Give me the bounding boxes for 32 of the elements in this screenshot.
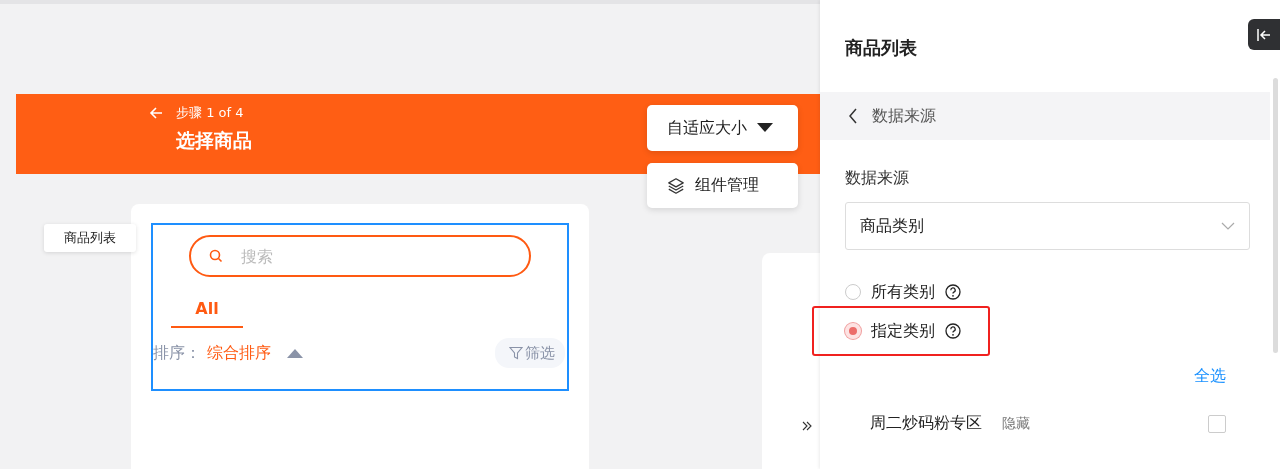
step-title: 选择商品 [176, 128, 253, 153]
radio-label[interactable]: 指定类别 [871, 320, 935, 342]
back-label: 数据来源 [872, 105, 936, 127]
sort-triangle-icon[interactable] [287, 348, 303, 358]
source-select[interactable]: 商品类别 [845, 202, 1250, 250]
size-dropdown[interactable]: 自适应大小 [647, 105, 798, 151]
chevron-down-icon [1221, 222, 1235, 230]
help-icon[interactable] [945, 284, 961, 300]
panel-title: 商品列表 [845, 36, 918, 60]
component-manager-button[interactable]: 组件管理 [647, 163, 798, 208]
step-label: 步骤 1 of 4 [176, 104, 244, 122]
field-label: 数据来源 [845, 168, 910, 189]
collapse-icon [1256, 26, 1272, 43]
funnel-icon [509, 346, 523, 360]
scrollbar[interactable] [1273, 78, 1278, 353]
chevron-left-icon [848, 108, 858, 124]
radio-label[interactable]: 所有类别 [871, 281, 935, 303]
layers-icon [667, 176, 685, 195]
category-status: 隐藏 [1002, 414, 1030, 433]
category-name: 周二炒码粉专区 [870, 413, 982, 434]
double-chevron-icon[interactable] [801, 420, 813, 432]
search-field[interactable]: 搜索 [189, 235, 531, 277]
search-icon [209, 249, 223, 263]
widget-tag: 商品列表 [44, 224, 136, 252]
radio-button[interactable] [845, 323, 861, 339]
checkbox[interactable] [1208, 414, 1226, 433]
sort-label: 排序： [153, 342, 201, 364]
collapse-button[interactable] [1248, 19, 1280, 50]
help-icon[interactable] [945, 323, 961, 339]
back-arrow-icon[interactable] [148, 105, 164, 121]
caret-icon [757, 123, 773, 133]
back-bar[interactable]: 数据来源 [820, 92, 1270, 140]
